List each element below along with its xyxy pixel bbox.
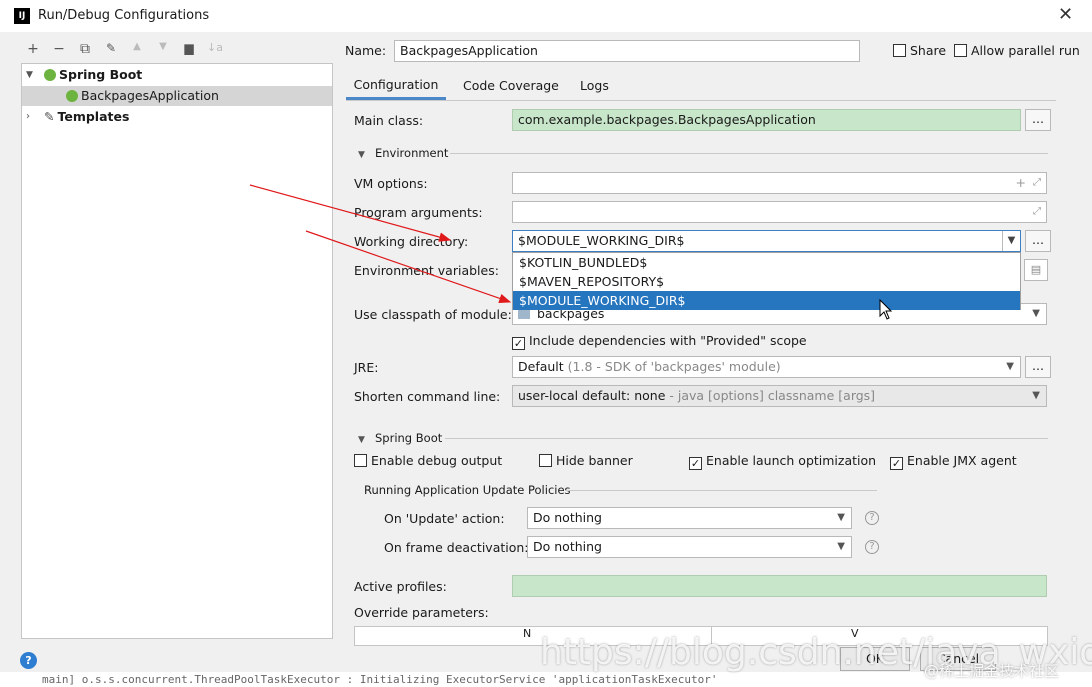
annotation-arrow	[249, 184, 452, 242]
annotation-arrow	[305, 230, 512, 303]
annotation-arrows	[249, 184, 512, 303]
watermark: @稀土掘金技术社区	[924, 662, 1060, 680]
help-icon[interactable]: ?	[20, 652, 37, 669]
